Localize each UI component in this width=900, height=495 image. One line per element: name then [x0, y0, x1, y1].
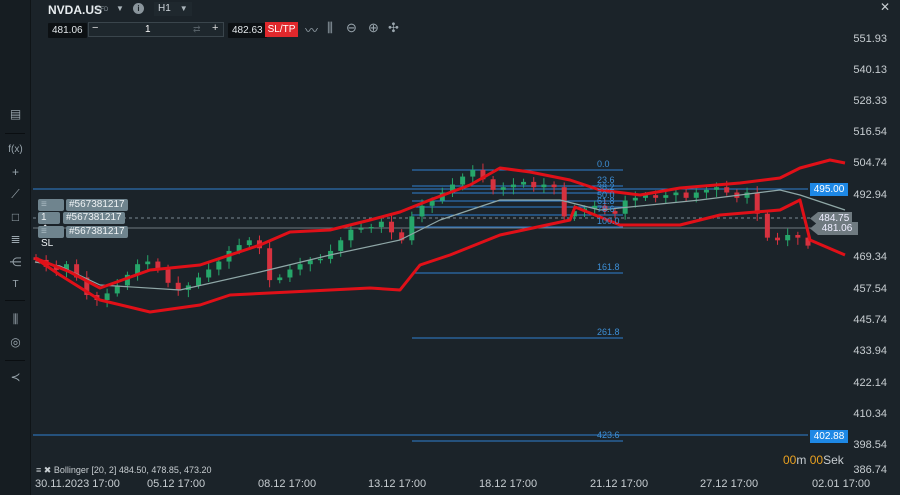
candle	[206, 269, 212, 278]
tp-order-label[interactable]: ≡ TP	[38, 199, 64, 222]
candle	[246, 240, 252, 246]
fib-level-label: 161.8	[597, 262, 620, 272]
bollinger-middle	[34, 189, 846, 291]
candle	[348, 229, 354, 241]
bid-price-tag: 481.06	[810, 222, 858, 235]
bollinger-lower	[34, 198, 846, 314]
candle	[368, 227, 374, 229]
time-axis-label: 13.12 17:00	[368, 478, 427, 490]
bollinger-upper	[34, 158, 846, 290]
price-axis-label: 433.94	[853, 345, 887, 357]
candle	[389, 221, 395, 233]
candle	[196, 277, 202, 286]
candle	[500, 187, 506, 190]
candle	[673, 192, 679, 196]
price-axis-label: 410.34	[853, 408, 887, 420]
price-axis-label: 528.33	[853, 95, 887, 107]
candle	[775, 237, 781, 241]
price-axis-label: 445.74	[853, 314, 887, 326]
candle	[317, 258, 323, 261]
candle	[145, 261, 151, 265]
candle	[165, 269, 171, 283]
indicator-legend[interactable]: ≡ ✖ Bollinger [20, 2] 484.50, 478.85, 47…	[36, 465, 211, 476]
candle	[175, 282, 181, 290]
sl-order-label[interactable]: ≡ SL	[38, 226, 64, 249]
price-axis-label: 540.13	[853, 64, 887, 76]
candle	[632, 197, 638, 201]
candle	[470, 169, 476, 177]
candle	[683, 192, 689, 198]
remove-indicator-icon[interactable]: ✖	[44, 465, 52, 475]
time-axis-label: 02.01 17:00	[812, 478, 871, 490]
position-id[interactable]: #567381217	[63, 212, 125, 224]
candle	[764, 213, 770, 238]
tp-order-id[interactable]: #567381217	[66, 199, 128, 211]
sl-price-tag[interactable]: 402.88	[810, 430, 848, 443]
candle	[378, 221, 384, 228]
candle	[653, 195, 659, 198]
time-axis-label: 08.12 17:00	[258, 478, 317, 490]
candle	[724, 187, 730, 193]
candle	[460, 176, 466, 185]
candle	[490, 179, 496, 190]
price-axis-label: 469.34	[853, 251, 887, 263]
price-axis-label: 422.14	[853, 377, 887, 389]
fib-level-label: 261.8	[597, 327, 620, 337]
position-qty[interactable]: 1 ⌃	[38, 212, 60, 235]
time-axis-label: 21.12 17:00	[590, 478, 649, 490]
candle-countdown: 00m 00Sek	[783, 453, 844, 467]
menu-icon[interactable]: ≡	[36, 465, 41, 475]
candle	[277, 277, 283, 281]
candle	[714, 187, 720, 190]
candle	[297, 264, 303, 270]
candle	[531, 181, 537, 188]
price-axis-label: 551.93	[853, 33, 887, 45]
candle	[358, 228, 364, 230]
candle	[409, 216, 415, 241]
price-axis-label: 386.74	[853, 464, 887, 476]
fib-level-label: 423.6	[597, 430, 620, 440]
price-axis-label: 398.54	[853, 439, 887, 451]
price-axis-label: 504.74	[853, 157, 887, 169]
time-axis-label: 18.12 17:00	[479, 478, 538, 490]
sl-order-id[interactable]: #567381217	[66, 226, 128, 238]
price-axis-label: 516.54	[853, 126, 887, 138]
candle	[267, 248, 273, 281]
candle	[419, 205, 425, 217]
time-axis-label: 27.12 17:00	[700, 478, 759, 490]
candle	[795, 234, 801, 238]
fib-level-label: 100.0	[597, 216, 620, 226]
candle	[693, 192, 699, 198]
fib-level-label: 78.6	[597, 204, 615, 214]
candle	[785, 234, 791, 241]
candle	[216, 261, 222, 270]
tp-price-tag[interactable]: 495.00	[810, 183, 848, 196]
price-chart[interactable]	[0, 0, 900, 495]
candle	[338, 240, 344, 251]
candle	[541, 184, 547, 188]
candle	[663, 195, 669, 198]
candle	[551, 184, 557, 188]
time-axis-label: 05.12 17:00	[147, 478, 206, 490]
candle	[510, 184, 516, 188]
candle	[521, 181, 527, 185]
candle	[287, 269, 293, 278]
time-axis-label: 30.11.2023 17:00	[35, 478, 120, 490]
fib-level-label: 0.0	[597, 159, 610, 169]
price-axis-label: 457.54	[853, 283, 887, 295]
candle	[703, 189, 709, 193]
price-axis-label: 492.94	[853, 189, 887, 201]
candle	[104, 293, 110, 301]
